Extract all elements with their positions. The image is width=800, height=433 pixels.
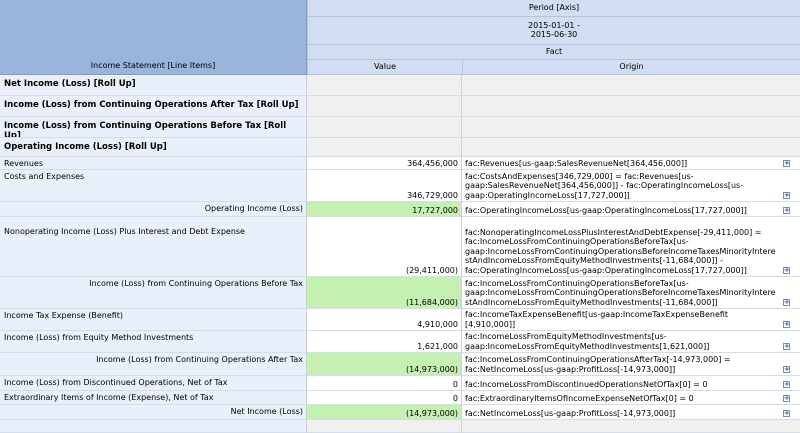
row-label: Operating Income (Loss) [Roll Up] [0,138,307,157]
row-origin: fac:IncomeLossFromEquityMethodInvestment… [462,331,800,353]
row-label: Income (Loss) from Continuing Operations… [0,277,307,309]
origin-text: fac:NetIncomeLoss[us-gaap:ProfitLoss[-14… [465,408,676,418]
expand-icon[interactable]: + [783,343,790,350]
row-value: (14,973,000) [307,405,462,420]
row-value: 1,621,000 [307,331,462,353]
row-origin: fac:IncomeLossFromDiscontinuedOperations… [462,376,800,391]
origin-text: fac:IncomeTaxExpenseBenefit[us-gaap:Inco… [465,310,729,329]
value-column-header[interactable]: Value [307,60,462,75]
row-label: Net Income (Loss) [0,405,307,420]
row-origin: fac:OperatingIncomeLoss[us-gaap:Operatin… [462,202,800,217]
expand-icon[interactable]: + [783,192,790,199]
row-origin [462,75,800,96]
line-items-header-label: Income Statement [Line Items] [90,60,216,70]
row-value [307,138,462,157]
row-value: 0 [307,391,462,405]
expand-icon[interactable]: + [783,207,790,214]
expand-icon[interactable]: + [783,410,790,417]
origin-text: fac:IncomeLossFromDiscontinuedOperations… [465,379,708,389]
fact-header: Fact [307,45,800,60]
row-label: Income (Loss) from Discontinued Operatio… [0,376,307,391]
row-label: Revenues [0,157,307,170]
row-origin: fac:CostsAndExpenses[346,729,000] = fac:… [462,170,800,202]
row-label: Income (Loss) from Equity Method Investm… [0,331,307,353]
expand-icon[interactable]: + [783,321,790,328]
row-label: Income (Loss) from Continuing Operations… [0,96,307,117]
row-label-empty [0,420,307,433]
row-label: Income Tax Expense (Benefit) [0,309,307,331]
row-value: 4,910,000 [307,309,462,331]
expand-icon[interactable]: + [783,381,790,388]
origin-text: fac:CostsAndExpenses[346,729,000] = fac:… [465,171,744,200]
row-value [307,117,462,138]
row-origin-empty [462,420,800,433]
date-range-header: 2015-01-01 - 2015-06-30 [307,17,800,45]
origin-text: fac:IncomeLossFromEquityMethodInvestment… [465,332,710,351]
row-origin: fac:NetIncomeLoss[us-gaap:ProfitLoss[-14… [462,405,800,420]
line-items-header: Income Statement [Line Items] [0,0,307,75]
expand-icon[interactable]: + [783,299,790,306]
origin-column-header[interactable]: Origin [462,60,800,75]
origin-text: fac:ExtraordinaryItemsOfIncomeExpenseNet… [465,393,694,403]
row-value: 0 [307,376,462,391]
row-origin [462,138,800,157]
row-label: Nonoperating Income (Loss) Plus Interest… [0,217,307,277]
row-value: 346,729,000 [307,170,462,202]
row-label: Income (Loss) from Continuing Operations… [0,353,307,376]
row-origin [462,117,800,138]
period-axis-header[interactable]: Period [Axis] [307,0,800,17]
income-statement-grid: Income Statement [Line Items] Period [Ax… [0,0,800,433]
row-value [307,75,462,96]
origin-text: fac:IncomeLossFromContinuingOperationsAf… [465,355,731,374]
expand-icon[interactable]: + [783,160,790,167]
row-origin [462,96,800,117]
origin-text: fac:NonoperatingIncomeLossPlusInterestAn… [465,227,776,275]
row-value [307,96,462,117]
row-origin: fac:ExtraordinaryItemsOfIncomeExpenseNet… [462,391,800,405]
row-value: (11,684,000) [307,277,462,309]
row-value: (29,411,000) [307,217,462,277]
row-origin: fac:IncomeTaxExpenseBenefit[us-gaap:Inco… [462,309,800,331]
origin-text: fac:OperatingIncomeLoss[us-gaap:Operatin… [465,205,747,215]
row-value: (14,973,000) [307,353,462,376]
expand-icon[interactable]: + [783,366,790,373]
origin-text: fac:IncomeLossFromContinuingOperationsBe… [465,278,776,307]
expand-icon[interactable]: + [783,267,790,274]
row-label: Net Income (Loss) [Roll Up] [0,75,307,96]
origin-text: fac:Revenues[us-gaap:SalesRevenueNet[364… [465,158,688,168]
row-label: Operating Income (Loss) [0,202,307,217]
row-origin: fac:NonoperatingIncomeLossPlusInterestAn… [462,217,800,277]
row-value: 364,456,000 [307,157,462,170]
row-value-empty [307,420,462,433]
row-label: Extraordinary Items of Income (Expense),… [0,391,307,405]
row-value: 17,727,000 [307,202,462,217]
row-origin: fac:IncomeLossFromContinuingOperationsAf… [462,353,800,376]
row-origin: fac:IncomeLossFromContinuingOperationsBe… [462,277,800,309]
row-label: Costs and Expenses [0,170,307,202]
expand-icon[interactable]: + [783,395,790,402]
row-label: Income (Loss) from Continuing Operations… [0,117,307,138]
row-origin: fac:Revenues[us-gaap:SalesRevenueNet[364… [462,157,800,170]
